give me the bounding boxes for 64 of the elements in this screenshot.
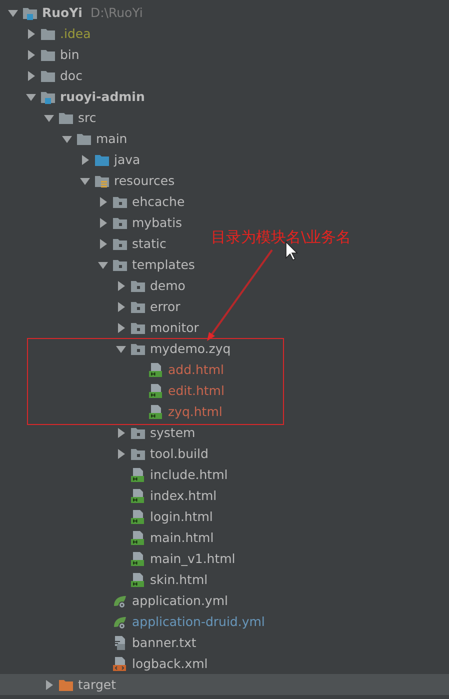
item-label[interactable]: demo [150,278,186,293]
expand-arrow-icon[interactable] [116,448,126,458]
item-label[interactable]: error [150,299,180,314]
path-label: D:\RuoYi [90,5,143,20]
item-label[interactable]: mydemo.zyq [150,341,231,356]
html-file-icon [130,488,146,504]
item-label[interactable]: tool.build [150,446,208,461]
html-file-icon [130,572,146,588]
collapse-arrow-icon[interactable] [98,260,108,270]
xml-file-icon [112,656,128,672]
html-file-icon [130,550,146,566]
expand-arrow-icon[interactable] [98,238,108,248]
collapse-arrow-icon[interactable] [80,176,90,186]
expand-arrow-icon[interactable] [26,70,36,80]
item-label[interactable]: mybatis [132,215,182,230]
expand-arrow-icon[interactable] [116,428,126,438]
expand-arrow-icon[interactable] [116,280,126,290]
expand-arrow-icon[interactable] [26,28,36,38]
expand-arrow-icon[interactable] [116,302,126,312]
item-label[interactable]: index.html [150,488,217,503]
text-file-icon [112,634,128,650]
item-label[interactable]: logback.xml [132,656,208,671]
item-label[interactable]: skin.html [150,572,208,587]
selected-row[interactable]: target [0,674,449,695]
item-label[interactable]: RuoYi [42,5,82,20]
item-label[interactable]: application-druid.yml [132,614,265,629]
item-label[interactable]: system [150,425,196,440]
expand-arrow-icon[interactable] [98,196,108,206]
expand-arrow-icon[interactable] [26,50,36,60]
collapse-arrow-icon[interactable] [26,92,36,102]
item-label[interactable]: banner.txt [132,635,196,650]
item-label[interactable]: monitor [150,320,199,335]
item-label[interactable]: resources [114,173,175,188]
expand-arrow-icon[interactable] [98,218,108,228]
html-file-icon [130,466,146,482]
html-file-icon [130,530,146,546]
item-label[interactable]: application.yml [132,593,228,608]
item-label[interactable]: templates [132,257,195,272]
collapse-arrow-icon[interactable] [8,8,18,18]
item-label[interactable]: bin [60,47,80,62]
expand-arrow-icon[interactable] [116,322,126,332]
expand-arrow-icon[interactable] [80,154,90,164]
expand-arrow-icon[interactable] [44,680,54,690]
item-label[interactable]: java [114,152,140,167]
item-label[interactable]: main_v1.html [150,551,236,566]
html-file-icon [148,382,164,398]
item-label[interactable]: target [78,677,116,692]
collapse-arrow-icon[interactable] [116,344,126,354]
item-label[interactable]: src [78,110,96,125]
html-file-icon [130,508,146,524]
html-file-icon [148,404,164,420]
item-label[interactable]: ehcache [132,194,185,209]
html-file-icon [148,362,164,378]
item-label[interactable]: doc [60,68,82,83]
annotation-label: 目录为模块名\业务名 [211,228,352,247]
item-label[interactable]: login.html [150,509,213,524]
item-label[interactable]: main [96,131,128,146]
item-label[interactable]: ruoyi-admin [60,89,145,104]
item-label[interactable]: static [132,236,166,251]
collapse-arrow-icon[interactable] [44,112,54,122]
item-label[interactable]: .idea [60,26,91,41]
collapse-arrow-icon[interactable] [62,134,72,144]
item-label[interactable]: include.html [150,467,228,482]
item-label[interactable]: main.html [150,530,214,545]
